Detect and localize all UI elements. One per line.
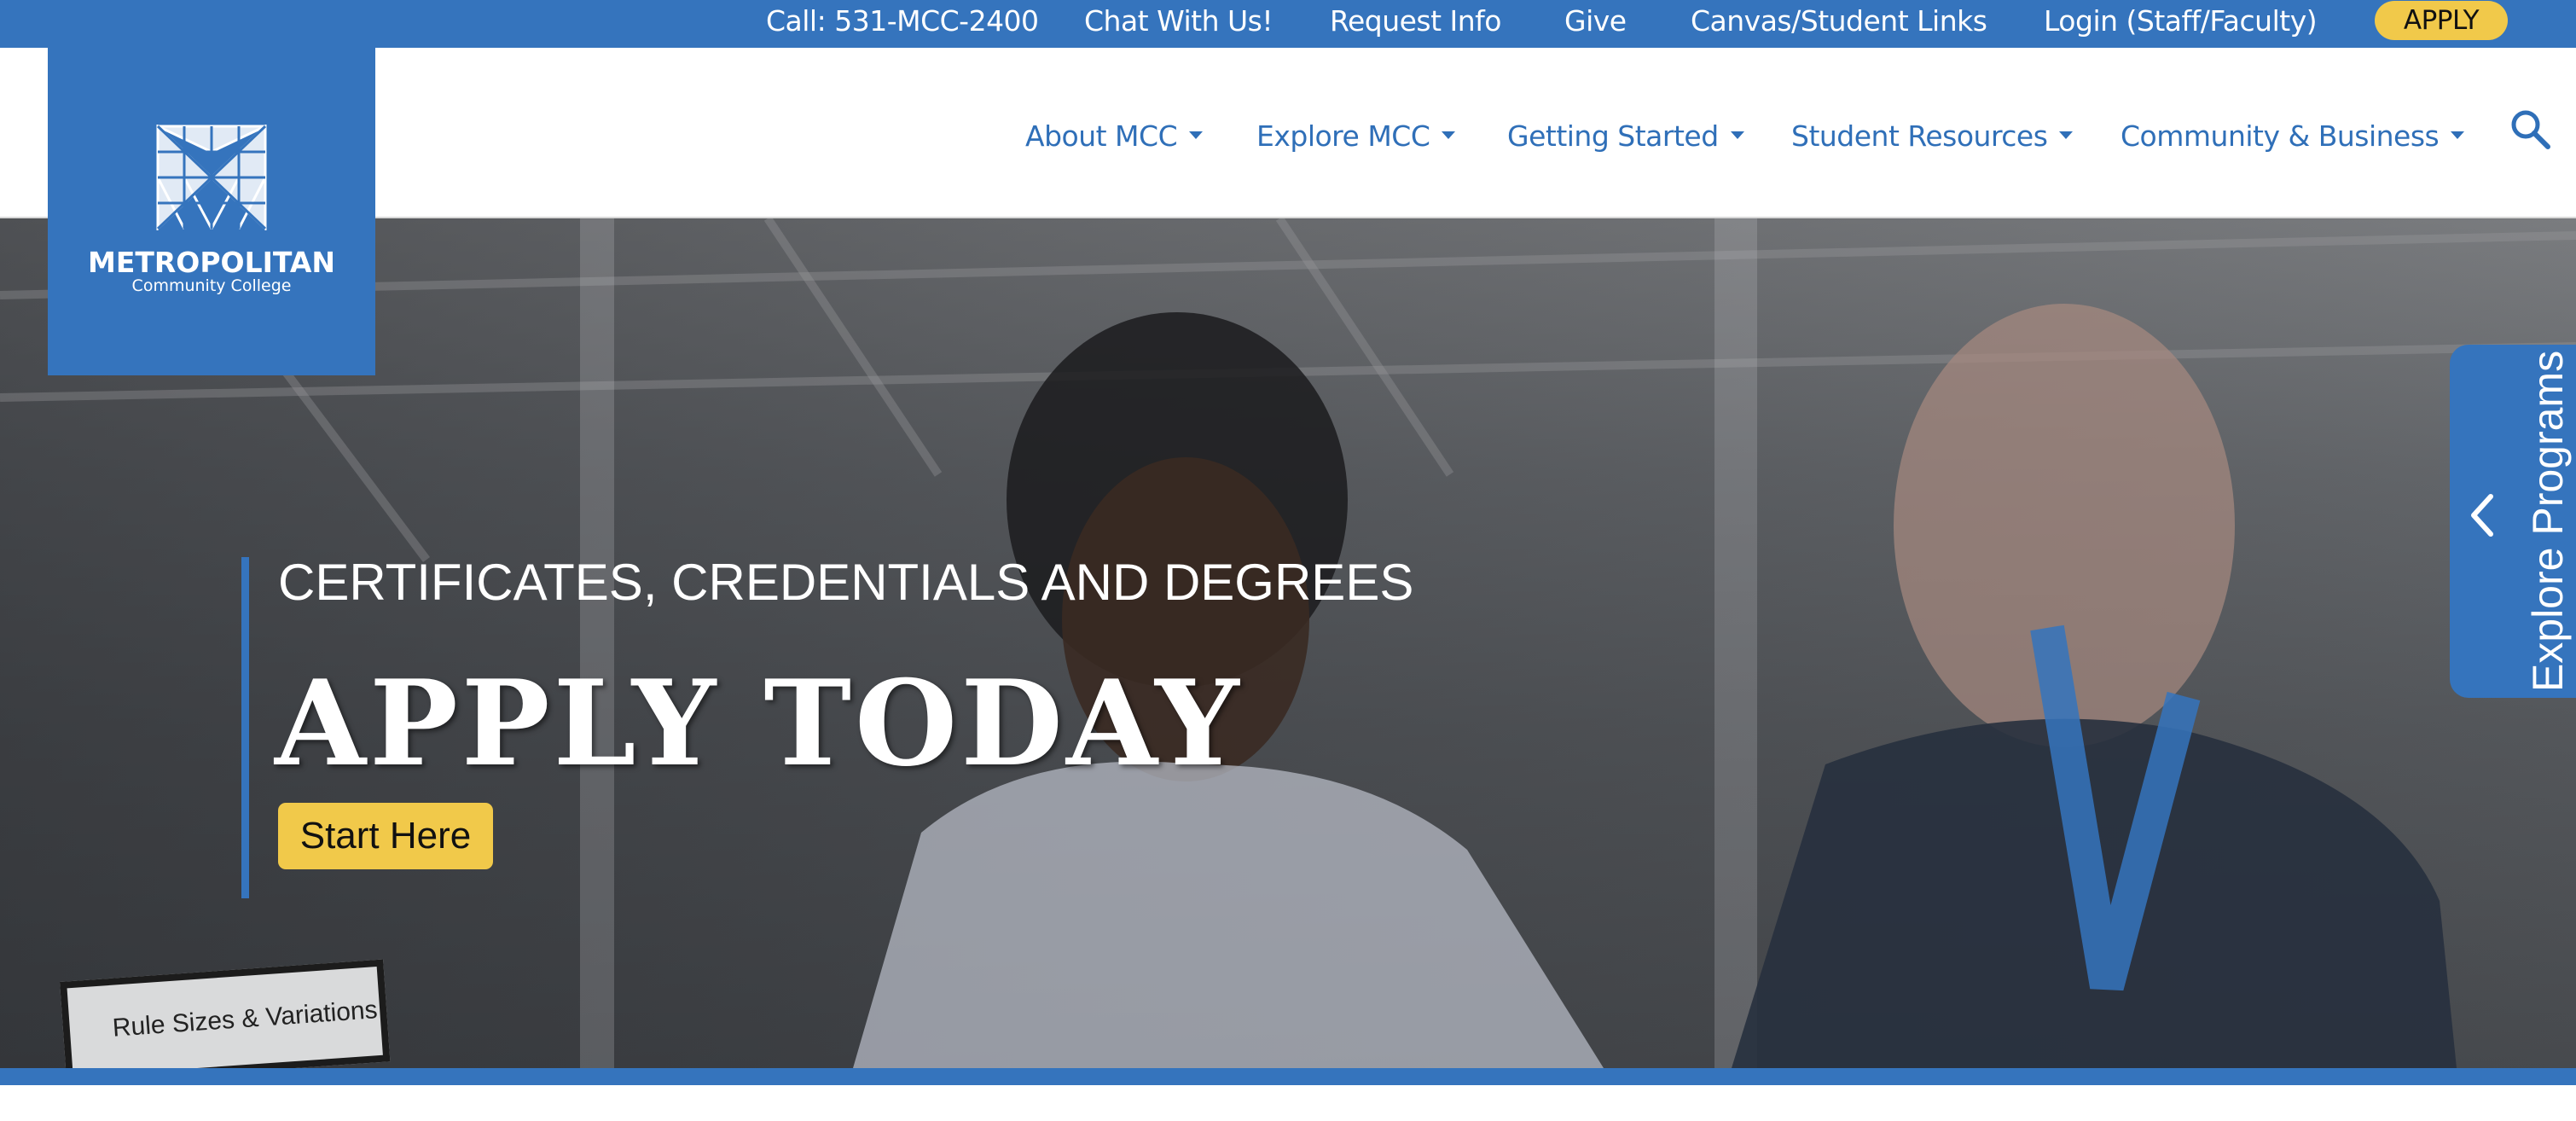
nav-about-mcc[interactable]: About MCC — [1025, 113, 1204, 160]
chat-link[interactable]: Chat With Us! — [1084, 0, 1273, 48]
main-header: About MCC Explore MCC Getting Started St… — [0, 48, 2576, 218]
nav-label: Explore MCC — [1256, 119, 1430, 153]
start-here-button[interactable]: Start Here — [278, 803, 493, 869]
nav-community-business[interactable]: Community & Business — [2121, 113, 2465, 160]
nav-label: About MCC — [1025, 119, 1178, 153]
mcc-logo[interactable]: METROPOLITAN Community College — [48, 48, 375, 375]
hero-kicker: CERTIFICATES, CREDENTIALS AND DEGREES — [278, 554, 1414, 611]
nav-label: Student Resources — [1791, 119, 2048, 153]
apply-button[interactable]: APPLY — [2375, 1, 2508, 40]
mcc-triangle-mark-icon — [156, 125, 267, 230]
nav-student-resources[interactable]: Student Resources — [1791, 113, 2074, 160]
hero-bottom-strip — [0, 1068, 2576, 1085]
request-info-link[interactable]: Request Info — [1330, 0, 1502, 48]
utility-bar: Call: 531-MCC-2400 Chat With Us! Request… — [0, 0, 2576, 48]
nav-label: Community & Business — [2121, 119, 2440, 153]
caret-down-icon — [1442, 131, 1456, 139]
hero-background-image — [0, 218, 2576, 1068]
call-link[interactable]: Call: 531-MCC-2400 — [766, 0, 1039, 48]
staff-login-link[interactable]: Login (Staff/Faculty) — [2044, 0, 2318, 48]
nav-explore-mcc[interactable]: Explore MCC — [1256, 113, 1456, 160]
hero-banner: Rule Sizes & Variations CERTIFICATES, CR… — [0, 218, 2576, 1068]
caret-down-icon — [1189, 131, 1204, 139]
chevron-left-icon — [2471, 494, 2493, 537]
search-icon[interactable] — [2509, 108, 2552, 151]
logo-wordmark: METROPOLITAN — [87, 246, 335, 279]
logo-subtitle: Community College — [131, 276, 292, 295]
canvas-student-links[interactable]: Canvas/Student Links — [1691, 0, 1987, 48]
explore-programs-label: Explore Programs — [2524, 350, 2572, 693]
caret-down-icon — [2059, 131, 2074, 139]
nav-label: Getting Started — [1507, 119, 1719, 153]
explore-programs-tab[interactable]: Explore Programs — [2450, 345, 2576, 698]
caret-down-icon — [1730, 131, 1744, 139]
sign-text: Rule Sizes & Variations — [111, 996, 379, 1043]
give-link[interactable]: Give — [1564, 0, 1627, 48]
hero-accent-bar — [241, 557, 249, 898]
hero-headline: APPLY TODAY — [275, 653, 1243, 793]
nav-getting-started[interactable]: Getting Started — [1507, 113, 1744, 160]
caret-down-icon — [2451, 131, 2465, 139]
